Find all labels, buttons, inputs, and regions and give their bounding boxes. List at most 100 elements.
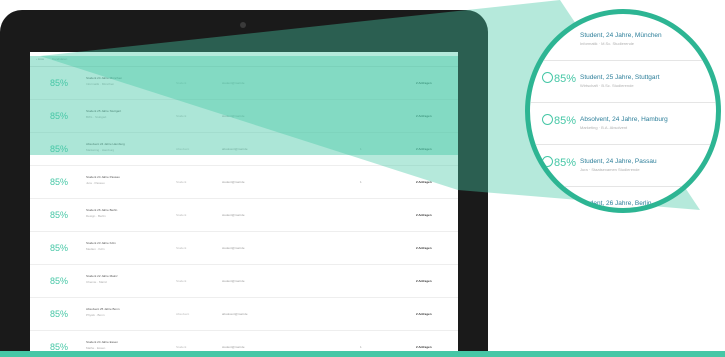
match-ring-icon bbox=[542, 198, 553, 208]
candidate-email: student@mail.de bbox=[222, 345, 245, 349]
zoom-candidate-title: Absolvent, 24 Jahre, Hamburg bbox=[580, 116, 668, 123]
candidate-subtitle: Informatik · München bbox=[86, 82, 115, 86]
candidate-tag: Student bbox=[176, 279, 187, 283]
table-row[interactable]: 85% Absolvent 24 Jahre Hamburg Marketing ·… bbox=[30, 133, 458, 166]
table-row[interactable]: 85% Student 25 Jahre Stuttgart BWL · Stutt… bbox=[30, 100, 458, 133]
message-count: 1 bbox=[360, 180, 362, 184]
candidate-email: student@mail.de bbox=[222, 180, 245, 184]
candidate-email: student@mail.de bbox=[222, 81, 245, 85]
request-link[interactable]: 2 Anfragen bbox=[416, 147, 432, 151]
candidate-title: Absolvent 25 Jahre Bonn bbox=[86, 307, 120, 311]
zoom-candidate-subtitle: Informatik · M.Sc. Studierende bbox=[580, 41, 635, 46]
candidate-title: Student 24 Jahre Passau bbox=[86, 175, 120, 179]
candidate-tag: Absolvent bbox=[176, 147, 190, 151]
candidate-title: Student 23 Jahre Köln bbox=[86, 241, 116, 245]
match-score: 85% bbox=[50, 243, 69, 253]
zoom-candidate-subtitle: Design · B.A. Studierende bbox=[580, 209, 627, 213]
zoom-candidate-subtitle: Marketing · B.A. Absolvent bbox=[580, 125, 628, 130]
candidate-title: Absolvent 24 Jahre Hamburg bbox=[86, 142, 125, 146]
zoom-score-value: 85% bbox=[554, 115, 577, 127]
candidate-subtitle: Mathe · Essen bbox=[86, 346, 106, 350]
zoom-row[interactable]: 85% Student, 24 Jahre, Passau Jura · Staat… bbox=[530, 144, 716, 187]
zoom-score: 85% bbox=[542, 72, 576, 85]
request-link[interactable]: 2 Anfragen bbox=[416, 246, 432, 250]
candidate-title: Student 22 Jahre Mainz bbox=[86, 274, 118, 278]
breadcrumb: Kandidaten bbox=[52, 57, 68, 61]
camera-icon bbox=[240, 22, 246, 28]
candidate-title: Student 26 Jahre Berlin bbox=[86, 208, 118, 212]
candidate-tag: Student bbox=[176, 114, 187, 118]
match-ring-icon bbox=[542, 72, 553, 83]
zoom-row[interactable]: 85% Absolvent, 24 Jahre, Hamburg Marketing… bbox=[530, 102, 716, 145]
zoom-lens: Student, 24 Jahre, München Informatik · M… bbox=[525, 9, 721, 213]
table-row[interactable]: 85% Absolvent 25 Jahre Bonn Physik · Bonn A… bbox=[30, 298, 458, 331]
match-score: 85% bbox=[50, 210, 69, 220]
candidate-email: student@mail.de bbox=[222, 279, 245, 283]
candidate-email: student@mail.de bbox=[222, 246, 245, 250]
match-score: 85% bbox=[50, 177, 69, 187]
candidate-tag: Student bbox=[176, 345, 187, 349]
candidate-title: Student 25 Jahre Stuttgart bbox=[86, 109, 122, 113]
candidate-subtitle: Medien · Köln bbox=[86, 247, 105, 251]
candidate-title: Student 24 Jahre München bbox=[86, 76, 123, 80]
request-link[interactable]: 2 Anfragen bbox=[416, 345, 432, 349]
candidate-title: Student 24 Jahre Essen bbox=[86, 340, 119, 344]
candidate-list: 85% Student 24 Jahre München Informatik · … bbox=[30, 67, 458, 357]
table-row[interactable]: 85% Student 24 Jahre München Informatik · … bbox=[30, 67, 458, 100]
candidate-tag: Absolvent bbox=[176, 312, 190, 316]
match-ring-icon bbox=[542, 156, 553, 167]
request-link[interactable]: 2 Anfragen bbox=[416, 312, 432, 316]
candidate-tag: Student bbox=[176, 213, 187, 217]
candidate-subtitle: Physik · Bonn bbox=[86, 313, 105, 317]
screen-topbar: ‹ Liste Kandidaten bbox=[30, 52, 458, 67]
request-link[interactable]: 2 Anfragen bbox=[416, 81, 432, 85]
zoom-score bbox=[542, 198, 554, 208]
zoom-candidate-title: Student, 24 Jahre, Passau bbox=[580, 158, 657, 165]
candidate-subtitle: BWL · Stuttgart bbox=[86, 115, 107, 119]
zoom-score-value: 85% bbox=[554, 73, 577, 85]
match-score: 85% bbox=[50, 78, 69, 88]
table-row[interactable]: 85% Student 22 Jahre Mainz Chemie · Mainz S… bbox=[30, 265, 458, 298]
zoom-candidate-title: Student, 26 Jahre, Berlin bbox=[580, 200, 652, 207]
match-ring-icon bbox=[542, 30, 553, 41]
candidate-tag: Student bbox=[176, 81, 187, 85]
candidate-tag: Student bbox=[176, 180, 187, 184]
tablet-frame: ‹ Liste Kandidaten 85% Student 24 Jahre M… bbox=[0, 10, 488, 357]
zoom-score-value: 85% bbox=[554, 157, 577, 169]
match-ring-icon bbox=[542, 114, 553, 125]
candidate-subtitle: Jura · Passau bbox=[86, 181, 105, 185]
zoom-candidate-title: Student, 25 Jahre, Stuttgart bbox=[580, 74, 660, 81]
request-link[interactable]: 2 Anfragen bbox=[416, 279, 432, 283]
candidate-email: absolvent@mail.de bbox=[222, 312, 248, 316]
table-row[interactable]: 85% Student 23 Jahre Köln Medien · Köln Stu… bbox=[30, 232, 458, 265]
message-count: 1 bbox=[360, 345, 362, 349]
zoom-row[interactable]: 85% Student, 25 Jahre, Stuttgart Wirtschaf… bbox=[530, 60, 716, 103]
candidate-subtitle: Design · Berlin bbox=[86, 214, 106, 218]
match-score: 85% bbox=[50, 144, 69, 154]
candidate-email: student@mail.de bbox=[222, 114, 245, 118]
candidate-email: absolvent@mail.de bbox=[222, 147, 248, 151]
zoom-candidate-subtitle: Wirtschaft · B.Sc. Studierende bbox=[580, 83, 634, 88]
zoom-candidate-subtitle: Jura · Staatsexamen Studierende bbox=[580, 167, 640, 172]
table-row[interactable]: 85% Student 24 Jahre Passau Jura · Passau S… bbox=[30, 166, 458, 199]
tablet-screen: ‹ Liste Kandidaten 85% Student 24 Jahre M… bbox=[30, 52, 458, 357]
candidate-tag: Student bbox=[176, 246, 187, 250]
table-row[interactable]: 85% Student 26 Jahre Berlin Design · Berli… bbox=[30, 199, 458, 232]
zoom-row[interactable]: Student, 24 Jahre, München Informatik · M… bbox=[530, 18, 716, 61]
bottom-accent-band bbox=[0, 351, 725, 357]
zoom-score: 85% bbox=[542, 156, 576, 169]
back-link[interactable]: ‹ Liste bbox=[36, 57, 44, 61]
request-link[interactable]: 2 Anfragen bbox=[416, 213, 432, 217]
zoom-row[interactable]: Student, 26 Jahre, Berlin Design · B.A. S… bbox=[530, 186, 716, 213]
match-score: 85% bbox=[50, 276, 69, 286]
candidate-email: student@mail.de bbox=[222, 213, 245, 217]
message-count: 1 bbox=[360, 147, 362, 151]
match-score: 85% bbox=[50, 111, 69, 121]
zoom-score: 85% bbox=[542, 114, 576, 127]
match-score: 85% bbox=[50, 309, 69, 319]
request-link[interactable]: 2 Anfragen bbox=[416, 180, 432, 184]
candidate-subtitle: Chemie · Mainz bbox=[86, 280, 108, 284]
candidate-subtitle: Marketing · Hamburg bbox=[86, 148, 115, 152]
zoom-candidate-title: Student, 24 Jahre, München bbox=[580, 32, 662, 39]
request-link[interactable]: 2 Anfragen bbox=[416, 114, 432, 118]
